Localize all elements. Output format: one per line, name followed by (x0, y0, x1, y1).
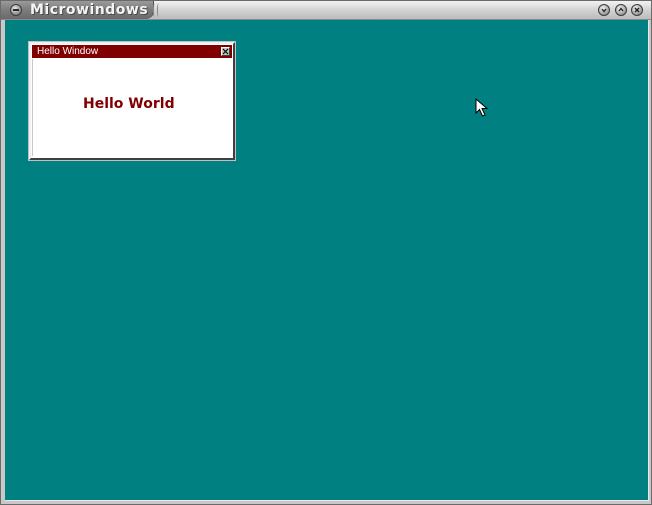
title-grip-icon (153, 3, 163, 17)
maximize-icon[interactable] (615, 4, 627, 16)
arrow-cursor-icon (475, 98, 489, 117)
title-tab[interactable]: Microwindows (1, 1, 154, 19)
window-title: Microwindows (30, 2, 149, 18)
outer-title-bar[interactable]: Microwindows (1, 1, 651, 20)
window-menu-icon[interactable] (10, 4, 22, 16)
desktop-area[interactable]: Hello Window Hello World (5, 20, 649, 501)
hello-message: Hello World (83, 96, 175, 112)
minimize-icon[interactable] (598, 4, 610, 16)
microwindows-window: Microwindows Hello Window Hello World (0, 0, 652, 505)
hello-window: Hello Window Hello World (28, 41, 236, 161)
close-icon[interactable] (631, 4, 643, 16)
hello-window-title-bar[interactable]: Hello Window (32, 45, 232, 58)
hello-window-client-area: Hello World (32, 59, 232, 156)
close-icon[interactable] (221, 47, 230, 56)
hello-window-title: Hello Window (37, 46, 99, 57)
